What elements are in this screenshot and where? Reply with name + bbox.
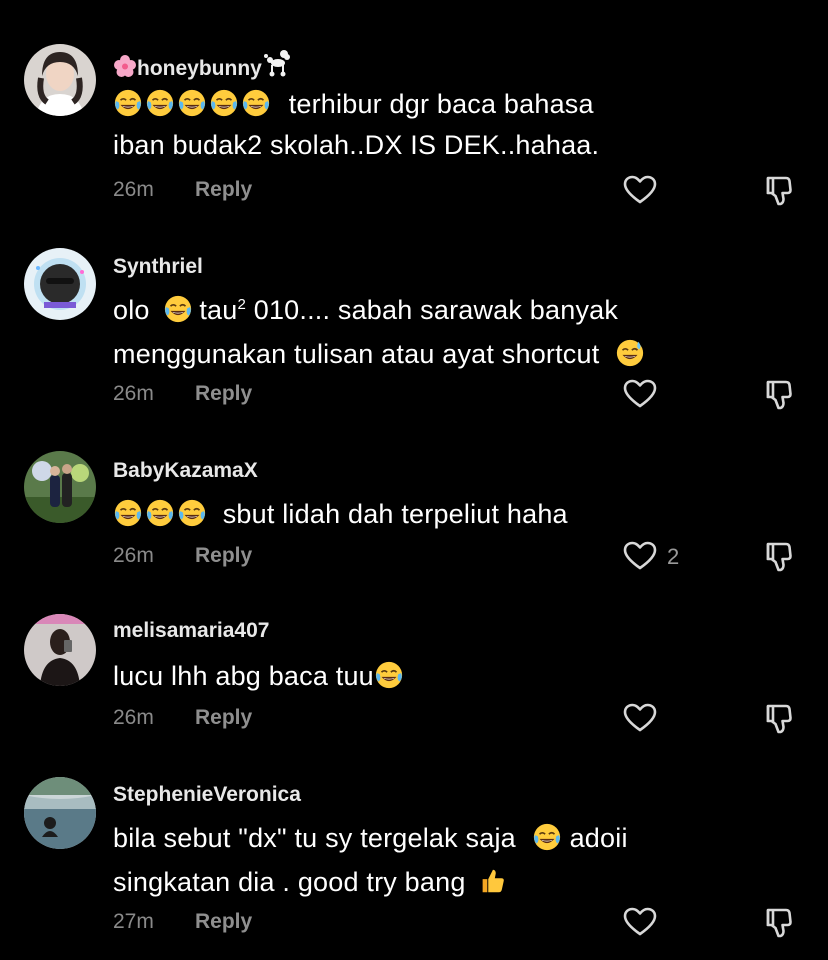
grinning-sweat-icon xyxy=(615,338,645,368)
tears-of-joy-icon xyxy=(532,822,562,852)
comment-text: adoii xyxy=(569,823,628,853)
comment-text: menggunakan tulisan atau ayat shortcut xyxy=(113,339,600,369)
superscript: 2 xyxy=(237,296,247,313)
tears-of-joy-icon xyxy=(113,498,143,528)
reply-button[interactable]: Reply xyxy=(195,910,252,933)
like-count: 2 xyxy=(667,544,680,569)
username[interactable]: StephenieVeronica xyxy=(113,783,301,807)
cherry-blossom-icon xyxy=(113,54,137,78)
dislike-icon[interactable] xyxy=(764,174,796,206)
tears-of-joy-icon xyxy=(241,88,271,118)
comment-text-line: iban budak2 skolah..DX IS DEK..hahaa. xyxy=(113,130,600,160)
avatar[interactable] xyxy=(24,614,96,686)
comment-text: terhibur dgr baca bahasa xyxy=(288,89,594,119)
thumbs-up-icon xyxy=(477,866,507,896)
tears-of-joy-icon xyxy=(113,88,143,118)
tears-of-joy-icon xyxy=(177,88,207,118)
timestamp: 26m xyxy=(113,544,154,567)
dislike-icon[interactable] xyxy=(764,702,796,734)
comment-text: lucu lhh abg baca tuu xyxy=(113,661,374,691)
tears-of-joy-icon xyxy=(145,498,175,528)
comment-meta: 26m Reply xyxy=(113,544,252,568)
comment-text-line: menggunakan tulisan atau ayat shortcut xyxy=(113,338,647,370)
username[interactable]: melisamaria407 xyxy=(113,619,269,643)
reply-button[interactable]: Reply xyxy=(195,544,252,567)
reply-button[interactable]: Reply xyxy=(195,178,252,201)
avatar[interactable] xyxy=(24,248,96,320)
username[interactable]: BabyKazamaX xyxy=(113,459,258,483)
heart-icon[interactable] xyxy=(623,175,657,205)
comment-text: 010.... sabah sarawak banyak xyxy=(253,295,619,325)
comment-meta: 27m Reply xyxy=(113,910,252,934)
comment-text: bila sebut "dx" tu sy tergelak saja xyxy=(113,823,516,853)
heart-icon[interactable] xyxy=(623,703,657,733)
timestamp: 26m xyxy=(113,706,154,729)
tears-of-joy-icon xyxy=(209,88,239,118)
avatar[interactable] xyxy=(24,777,96,849)
dislike-icon[interactable] xyxy=(764,540,796,572)
comment-text: tau xyxy=(199,295,238,325)
timestamp: 26m xyxy=(113,382,154,405)
dislike-icon[interactable] xyxy=(764,378,796,410)
timestamp: 27m xyxy=(113,910,154,933)
tears-of-joy-icon xyxy=(163,294,193,324)
dislike-icon[interactable] xyxy=(764,906,796,938)
username-text: honeybunny xyxy=(137,57,262,80)
comment-text: sbut lidah dah terpeliut haha xyxy=(222,499,568,529)
heart-icon[interactable] xyxy=(623,907,657,937)
tears-of-joy-icon xyxy=(145,88,175,118)
comment-text-line: lucu lhh abg baca tuu xyxy=(113,660,406,692)
comment-meta: 26m Reply xyxy=(113,382,252,406)
avatar[interactable] xyxy=(24,44,96,116)
comment-text: olo xyxy=(113,295,150,325)
reply-button[interactable]: Reply xyxy=(195,382,252,405)
comment-meta: 26m Reply xyxy=(113,178,252,202)
comment-text-line: olo tau2 010.... sabah sarawak banyak xyxy=(113,294,618,326)
comment-text-line: terhibur dgr baca bahasa xyxy=(113,88,594,120)
username[interactable]: honeybunny xyxy=(113,48,292,81)
username[interactable]: Synthriel xyxy=(113,255,203,279)
reply-button[interactable]: Reply xyxy=(195,706,252,729)
heart-icon[interactable] xyxy=(623,379,657,409)
comment-text: singkatan dia . good try bang xyxy=(113,867,466,897)
tears-of-joy-icon xyxy=(374,660,404,690)
tears-of-joy-icon xyxy=(177,498,207,528)
poodle-icon xyxy=(262,48,292,78)
timestamp: 26m xyxy=(113,178,154,201)
heart-icon[interactable] xyxy=(623,541,657,571)
comment-text-line: bila sebut "dx" tu sy tergelak saja adoi… xyxy=(113,822,628,854)
comment-meta: 26m Reply xyxy=(113,706,252,730)
avatar[interactable] xyxy=(24,451,96,523)
comment-text-line: sbut lidah dah terpeliut haha xyxy=(113,498,568,530)
comment-text-line: singkatan dia . good try bang xyxy=(113,866,509,898)
